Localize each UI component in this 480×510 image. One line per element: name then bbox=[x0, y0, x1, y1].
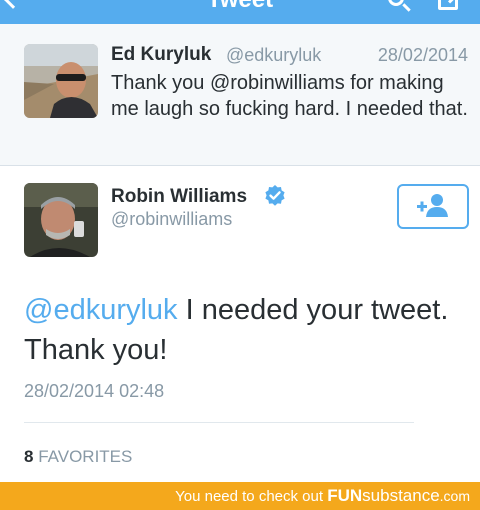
favorites-number: 8 bbox=[24, 447, 34, 466]
brand-fun: FUN bbox=[327, 486, 363, 505]
parent-tweet[interactable]: Ed Kuryluk @edkuryluk 28/02/2014 Thank y… bbox=[0, 24, 480, 166]
avatar[interactable] bbox=[24, 44, 98, 118]
banner-prefix: You need to check out bbox=[175, 488, 328, 505]
verified-badge-icon bbox=[265, 185, 285, 206]
author-handle[interactable]: @robinwilliams bbox=[111, 209, 232, 230]
author-name[interactable]: Robin Williams bbox=[111, 186, 247, 208]
banner-text: You need to check out FUNsubstance.com bbox=[175, 486, 470, 506]
favorites-count[interactable]: 8 FAVORITES bbox=[24, 447, 132, 467]
watermark-banner: You need to check out FUNsubstance.com bbox=[0, 482, 480, 510]
parent-author-name[interactable]: Ed Kuryluk bbox=[111, 44, 211, 66]
tweet-timestamp: 28/02/2014 02:48 bbox=[24, 381, 165, 401]
parent-tweet-date: 28/02/2014 bbox=[377, 45, 468, 65]
follow-button[interactable] bbox=[397, 184, 469, 229]
avatar[interactable] bbox=[24, 183, 98, 257]
navigation-bar: Tweet bbox=[0, 0, 480, 24]
parent-author-handle[interactable]: @edkuryluk bbox=[226, 45, 321, 66]
compose-icon[interactable] bbox=[438, 0, 458, 10]
mention-link[interactable]: @edkuryluk bbox=[24, 294, 178, 326]
add-user-icon bbox=[417, 194, 448, 217]
brand-substance: substance bbox=[362, 486, 440, 505]
tweet-text: @edkuryluk I needed your tweet. Thank yo… bbox=[24, 290, 464, 370]
divider bbox=[24, 422, 414, 423]
parent-tweet-text: Thank you @robinwilliams for making me l… bbox=[111, 72, 468, 120]
brand-tld: .com bbox=[439, 488, 470, 504]
favorites-label: FAVORITES bbox=[38, 447, 133, 466]
